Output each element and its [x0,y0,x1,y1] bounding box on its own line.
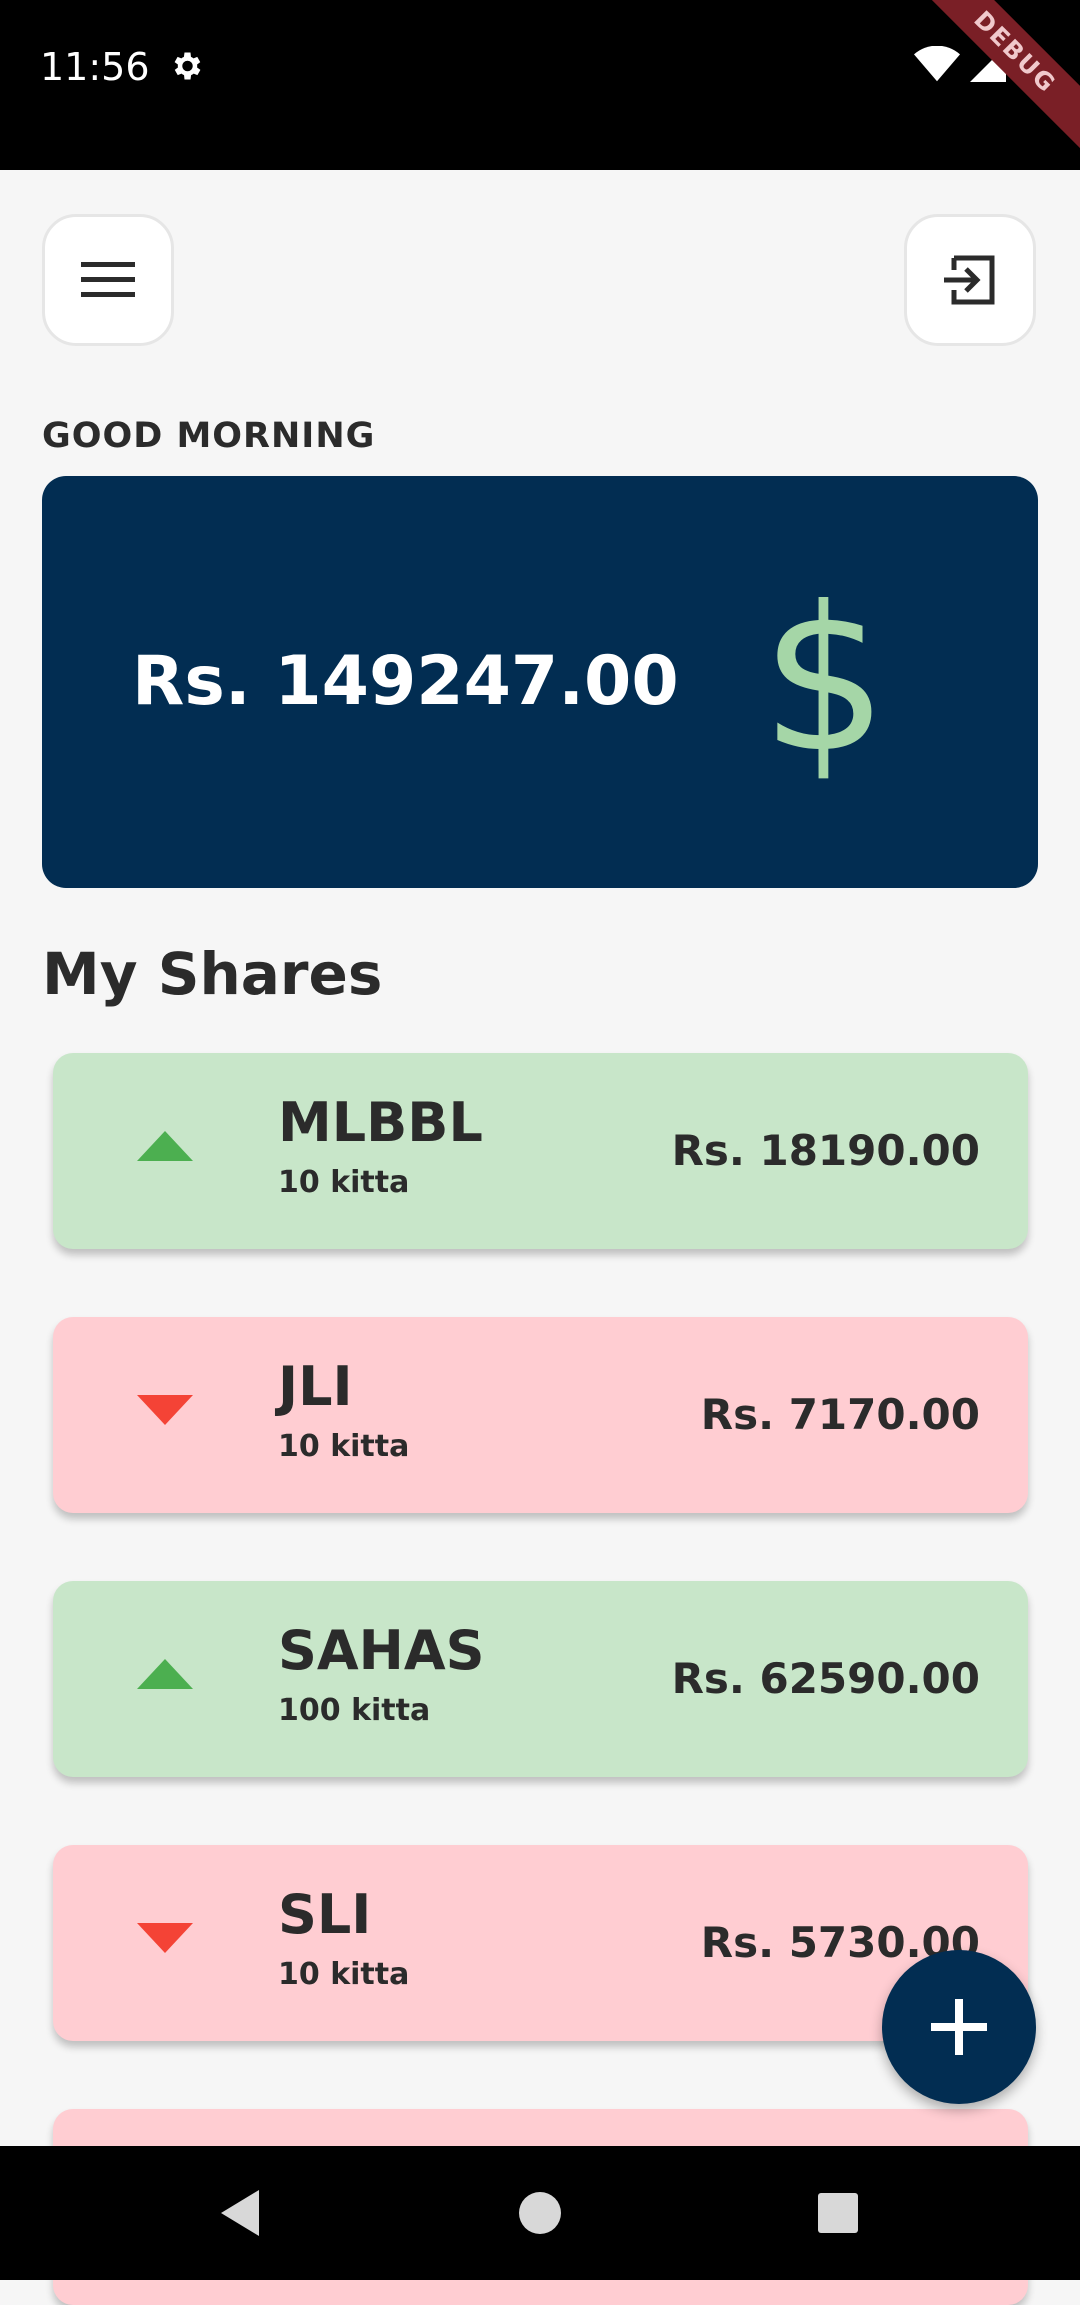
my-shares-title: My Shares [42,940,383,1008]
share-card-mlbbl[interactable]: MLBBL 10 kitta Rs. 18190.00 [53,1053,1028,1249]
share-symbol: JLI [278,1355,353,1418]
share-kitta: 100 kitta [278,1693,431,1728]
share-kitta: 10 kitta [278,1429,410,1464]
add-share-button[interactable] [882,1950,1036,2104]
share-kitta: 10 kitta [278,1957,410,1992]
trend-down-icon [137,1923,193,1953]
system-nav-bar [0,2146,1080,2280]
share-card-jli[interactable]: JLI 10 kitta Rs. 7170.00 [53,1317,1028,1513]
back-icon[interactable] [207,2180,273,2246]
menu-button[interactable] [42,214,174,346]
share-symbol: SLI [278,1883,372,1946]
share-symbol: MLBBL [278,1091,483,1154]
share-value: Rs. 7170.00 [700,1390,980,1439]
recents-icon[interactable] [805,2180,871,2246]
dollar-icon: $ [760,564,888,797]
wifi-icon [914,46,960,82]
trend-down-icon [137,1395,193,1425]
status-bar: 11:56 DEBUG [0,0,1080,170]
share-symbol: SAHAS [278,1619,485,1682]
share-card-sahas[interactable]: SAHAS 100 kitta Rs. 62590.00 [53,1581,1028,1777]
share-value: Rs. 18190.00 [671,1126,980,1175]
greeting-label: GOOD MORNING [42,416,376,456]
share-kitta: 10 kitta [278,1165,410,1200]
home-icon[interactable] [507,2180,573,2246]
settings-gear-icon [174,52,201,80]
logout-icon [944,255,995,305]
share-card-sli[interactable]: SLI 10 kitta Rs. 5730.00 [53,1845,1028,2041]
status-time: 11:56 [40,45,150,89]
logout-button[interactable] [904,214,1036,346]
plus-icon [931,1999,987,2055]
trend-up-icon [137,1131,193,1161]
balance-amount: Rs. 149247.00 [132,642,679,721]
trend-up-icon [137,1659,193,1689]
menu-icon [81,262,135,297]
share-value: Rs. 62590.00 [671,1654,980,1703]
balance-card: Rs. 149247.00 $ [42,476,1038,888]
